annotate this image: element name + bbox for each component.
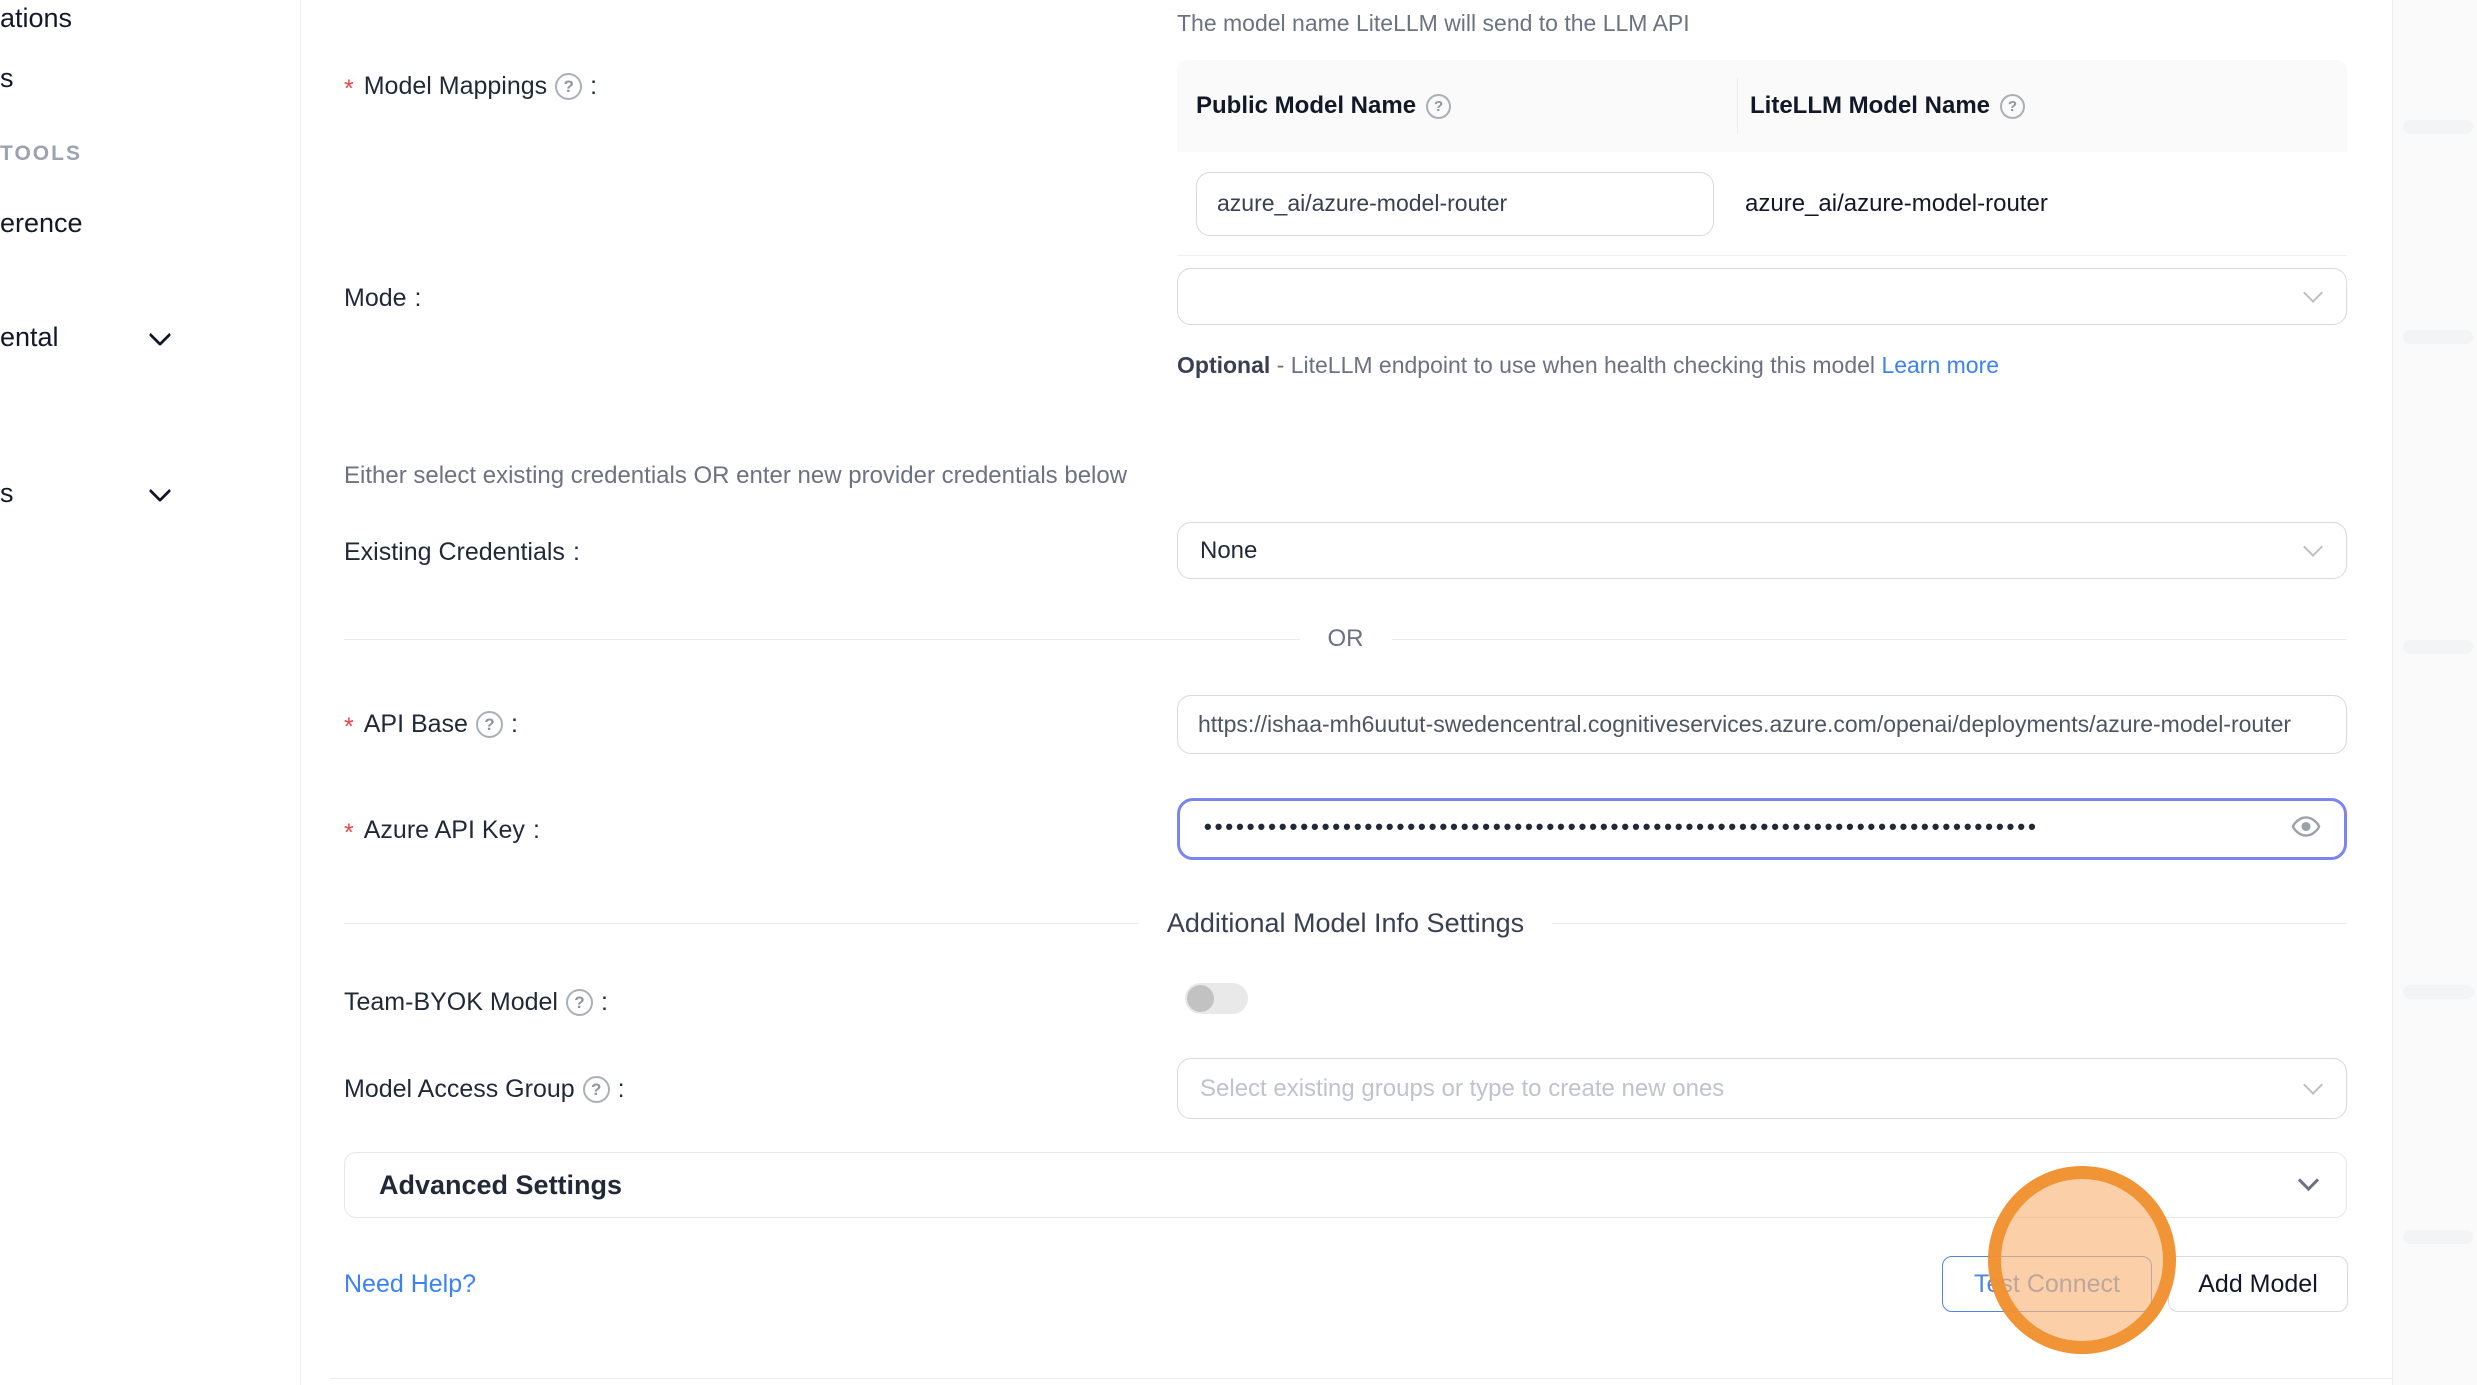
backdrop-skeleton xyxy=(2403,1230,2473,1244)
api-base-label-text: API Base xyxy=(364,710,468,739)
sidebar-item-experimental[interactable]: ental xyxy=(0,322,59,353)
chevron-down-icon[interactable] xyxy=(149,480,172,503)
or-divider: OR xyxy=(344,625,2347,653)
model-mappings-table-row: azure_ai/azure-model-router azure_ai/azu… xyxy=(1177,152,2347,256)
chevron-down-icon[interactable] xyxy=(149,324,172,347)
required-asterisk: * xyxy=(344,75,354,104)
colon: : xyxy=(573,538,580,567)
required-asterisk: * xyxy=(344,819,354,848)
eye-icon[interactable] xyxy=(2290,811,2322,848)
public-model-name-header: Public Model Name xyxy=(1196,92,1416,120)
public-model-name-input[interactable]: azure_ai/azure-model-router xyxy=(1196,172,1714,236)
model-access-group-label-text: Model Access Group xyxy=(344,1075,575,1104)
model-mappings-label-text: Model Mappings xyxy=(364,72,547,101)
litellm-model-name-header: LiteLLM Model Name xyxy=(1750,92,1990,120)
learn-more-link[interactable]: Learn more xyxy=(1881,352,1999,378)
chevron-down-icon xyxy=(2303,283,2323,303)
sidebar-item-reference[interactable]: erence xyxy=(0,208,83,239)
divider-line xyxy=(344,923,1139,924)
mode-helper-note: Optional - LiteLLM endpoint to use when … xyxy=(1177,345,2022,385)
backdrop-skeleton xyxy=(2403,640,2473,654)
model-mappings-label: * Model Mappings ? : xyxy=(344,72,597,101)
backdrop-skeleton xyxy=(2403,330,2473,344)
help-icon[interactable]: ? xyxy=(555,73,582,100)
colon: : xyxy=(601,988,608,1017)
sidebar: ations s TOOLS erence ental s xyxy=(0,0,301,1385)
model-mappings-table: Public Model Name ? LiteLLM Model Name ?… xyxy=(1177,60,2347,256)
existing-credentials-label: Existing Credentials: xyxy=(344,538,580,567)
add-model-button[interactable]: Add Model xyxy=(2168,1256,2348,1312)
help-icon[interactable]: ? xyxy=(583,1076,610,1103)
masked-api-key: ••••••••••••••••••••••••••••••••••••••••… xyxy=(1204,814,2039,840)
click-highlight-ring xyxy=(1988,1166,2176,1354)
model-mappings-table-header: Public Model Name ? LiteLLM Model Name ? xyxy=(1177,60,2347,152)
existing-credentials-label-text: Existing Credentials xyxy=(344,538,565,567)
help-icon[interactable]: ? xyxy=(1426,94,1451,119)
colon: : xyxy=(415,284,422,313)
team-byok-label: Team-BYOK Model ? : xyxy=(344,988,608,1017)
additional-settings-divider: Additional Model Info Settings xyxy=(344,908,2347,939)
colon: : xyxy=(618,1075,625,1104)
chevron-down-icon xyxy=(2303,537,2323,557)
backdrop-skeleton xyxy=(2403,985,2473,999)
optional-body: - LiteLLM endpoint to use when health ch… xyxy=(1270,352,1881,378)
or-divider-text: OR xyxy=(1300,625,1392,653)
mode-label-text: Mode xyxy=(344,284,407,313)
page-backdrop-strip xyxy=(2392,0,2477,1385)
model-access-group-select[interactable]: Select existing groups or type to create… xyxy=(1177,1058,2347,1119)
model-name-helper-text: The model name LiteLLM will send to the … xyxy=(1177,10,1690,37)
divider-line xyxy=(1392,639,2348,640)
colon: : xyxy=(511,710,518,739)
mode-select[interactable] xyxy=(1177,268,2347,325)
divider-line xyxy=(1552,923,2347,924)
model-access-group-placeholder: Select existing groups or type to create… xyxy=(1200,1075,1724,1103)
api-base-label: * API Base ? : xyxy=(344,710,518,739)
azure-api-key-input[interactable]: ••••••••••••••••••••••••••••••••••••••••… xyxy=(1177,798,2347,860)
colon: : xyxy=(590,72,597,101)
team-byok-label-text: Team-BYOK Model xyxy=(344,988,558,1017)
mode-label: Mode: xyxy=(344,284,422,313)
credentials-note: Either select existing credentials OR en… xyxy=(344,462,1127,490)
help-icon[interactable]: ? xyxy=(476,711,503,738)
divider-line xyxy=(344,639,1300,640)
need-help-link[interactable]: Need Help? xyxy=(344,1270,476,1299)
sidebar-item[interactable]: s xyxy=(0,63,14,94)
required-asterisk: * xyxy=(344,713,354,742)
backdrop-skeleton xyxy=(2403,120,2473,134)
toggle-knob xyxy=(1187,985,1214,1012)
api-base-input[interactable]: https://ishaa-mh6uutut-swedencentral.cog… xyxy=(1177,695,2347,754)
optional-bold: Optional xyxy=(1177,352,1270,378)
chevron-down-icon xyxy=(2298,1170,2319,1191)
sidebar-item-organizations[interactable]: ations xyxy=(0,3,72,34)
advanced-settings-title: Advanced Settings xyxy=(379,1170,622,1201)
existing-credentials-select[interactable]: None xyxy=(1177,522,2347,579)
litellm-model-name-value: azure_ai/azure-model-router xyxy=(1745,190,2048,218)
chevron-down-icon xyxy=(2303,1075,2323,1095)
modal-bottom-edge xyxy=(330,1378,2392,1379)
colon: : xyxy=(533,816,540,845)
sidebar-section-tools: TOOLS xyxy=(0,142,82,166)
help-icon[interactable]: ? xyxy=(2000,94,2025,119)
existing-credentials-value: None xyxy=(1200,537,1257,565)
azure-api-key-label-text: Azure API Key xyxy=(364,816,525,845)
help-icon[interactable]: ? xyxy=(566,989,593,1016)
add-model-form-page: ations s TOOLS erence ental s The model … xyxy=(0,0,2477,1385)
model-access-group-label: Model Access Group ? : xyxy=(344,1075,625,1104)
additional-settings-title: Additional Model Info Settings xyxy=(1139,908,1552,939)
team-byok-toggle[interactable] xyxy=(1185,983,1248,1014)
azure-api-key-label: * Azure API Key: xyxy=(344,816,540,845)
sidebar-item-settings[interactable]: s xyxy=(0,478,14,509)
